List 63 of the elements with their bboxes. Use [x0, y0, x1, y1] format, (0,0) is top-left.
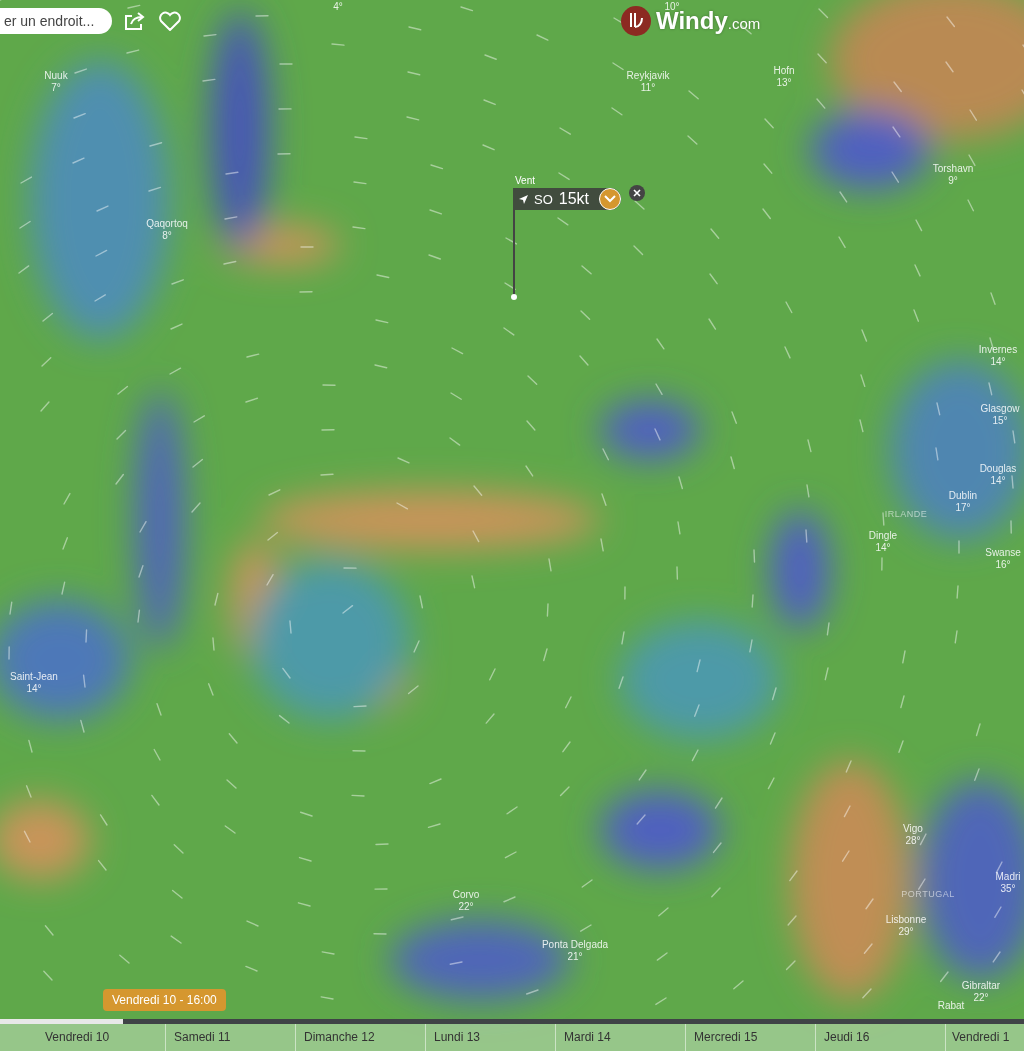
city-name: Invernes: [978, 344, 1018, 356]
temperature-label: 28°: [905, 835, 921, 847]
country-name: PORTUGAL: [901, 888, 955, 900]
city-name: Dublin: [948, 490, 978, 502]
temperature-label: 9°: [948, 175, 958, 187]
day-label[interactable]: Mardi 14: [555, 1024, 685, 1051]
city-name: Swanse: [985, 547, 1021, 559]
chevron-down-icon: [604, 195, 617, 203]
city-name: Torshavn: [932, 163, 974, 175]
temperature-label: 35°: [1000, 883, 1016, 895]
city-name: Glasgow: [980, 403, 1020, 415]
temperature-label: 14°: [26, 683, 42, 695]
expand-button[interactable]: [599, 188, 622, 210]
temperature-label: 4°: [333, 1, 343, 13]
wind-speed: 15kt: [558, 190, 590, 208]
temperature-label: 22°: [973, 992, 989, 1004]
search-field[interactable]: er un endroit...: [0, 8, 112, 34]
city-name: Vigo: [903, 823, 923, 835]
city-name: Rabat: [937, 1000, 965, 1012]
direction-arrow-icon: [519, 194, 528, 204]
temperature-label: 21°: [567, 951, 583, 963]
temperature-label: 15°: [992, 415, 1008, 427]
city-name: Douglas: [979, 463, 1017, 475]
city-name: Lisbonne: [885, 914, 927, 926]
wind-direction: SO: [534, 191, 553, 207]
day-label[interactable]: Lundi 13: [425, 1024, 555, 1051]
pin-dot: [511, 294, 517, 300]
city-name: Gibraltar: [961, 980, 1001, 992]
day-label[interactable]: Samedi 11: [165, 1024, 295, 1051]
temperature-label: 22°: [458, 901, 474, 913]
temperature-label: 14°: [990, 356, 1006, 368]
logo-icon: [621, 6, 651, 36]
city-name: Saint-Jean: [10, 671, 58, 683]
temperature-label: 16°: [995, 559, 1011, 571]
temperature-label: 29°: [898, 926, 914, 938]
day-label[interactable]: Jeudi 16: [815, 1024, 945, 1051]
temperature-label: 11°: [640, 82, 656, 94]
temperature-label: 10°: [664, 1, 680, 12]
city-name: Corvo: [452, 889, 480, 901]
city-name: Qaqortoq: [146, 218, 188, 230]
city-name: Ponta Delgada: [541, 939, 609, 951]
timeline-track[interactable]: [0, 1019, 1024, 1024]
popup-title: Vent: [515, 175, 537, 186]
temperature-label: 8°: [162, 230, 172, 242]
day-label[interactable]: Dimanche 12: [295, 1024, 425, 1051]
country-name: IRLANDE: [884, 508, 928, 520]
temperature-label: 13°: [776, 77, 792, 89]
temperature-label: 17°: [955, 502, 971, 514]
heart-icon[interactable]: [158, 11, 182, 31]
temperature-label: 14°: [990, 475, 1006, 487]
city-name: Nuuk: [44, 70, 68, 82]
city-name: Reykjavik: [626, 70, 670, 82]
close-icon: [633, 189, 642, 197]
day-label[interactable]: Vendredi 10: [0, 1024, 165, 1051]
temperature-label: 14°: [875, 542, 891, 554]
temperature-label: 7°: [51, 82, 61, 94]
day-label[interactable]: Vendredi 1: [945, 1024, 1024, 1051]
time-tooltip: Vendredi 10 - 16:00: [103, 989, 226, 1011]
day-label[interactable]: Mercredi 15: [685, 1024, 815, 1051]
city-name: Madri: [995, 871, 1021, 883]
city-name: Hofn: [773, 65, 795, 77]
share-icon[interactable]: [124, 11, 146, 31]
city-name: Dingle: [868, 530, 898, 542]
